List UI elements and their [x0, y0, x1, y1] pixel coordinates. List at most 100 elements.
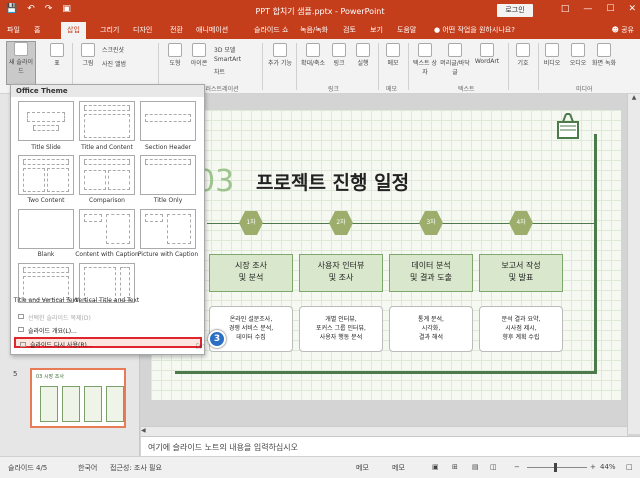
scroll-up-icon[interactable]: ▲: [632, 94, 637, 101]
slide-title[interactable]: 프로젝트 진행 일정: [256, 168, 409, 195]
link-button[interactable]: 링크: [328, 43, 350, 67]
comment-button[interactable]: 메모: [382, 43, 404, 67]
ribbon-separator: [408, 43, 409, 90]
comments-toggle[interactable]: 메모: [392, 463, 405, 473]
phase-detail-box[interactable]: 분석 결과 요약, 시사점 제시, 향후 계획 수립: [479, 306, 563, 352]
tab-transitions[interactable]: 전환: [170, 25, 183, 35]
table-button[interactable]: 표: [44, 43, 70, 67]
zoom-slider-thumb[interactable]: [554, 463, 557, 472]
scroll-left-icon[interactable]: ◀: [141, 427, 146, 434]
vertical-scrollbar[interactable]: ▲: [627, 94, 640, 434]
tab-home[interactable]: 홈: [34, 25, 40, 35]
share-label: 공유: [621, 26, 634, 34]
binder-clip-icon: [557, 113, 579, 139]
tab-view[interactable]: 보기: [370, 25, 383, 35]
wordart-button[interactable]: WordArt: [472, 43, 502, 65]
zoom-slider[interactable]: [527, 467, 587, 468]
tab-file[interactable]: 파일: [7, 25, 20, 35]
accessibility-status[interactable]: 접근성: 조사 필요: [110, 463, 162, 473]
tab-help[interactable]: 도움말: [397, 25, 416, 35]
audio-button[interactable]: 오디오: [566, 43, 590, 67]
video-button[interactable]: 비디오: [540, 43, 564, 67]
header-footer-button[interactable]: 머리글/바닥글: [440, 43, 470, 76]
icons-button[interactable]: 아이콘: [188, 43, 210, 67]
new-slide-icon: [14, 42, 28, 56]
zoom-in-icon[interactable]: +: [590, 463, 596, 471]
phase-step-box[interactable]: 데이터 분석 및 결과 도출: [389, 254, 473, 292]
duplicate-slides-item[interactable]: 선택한 슬라이드 복제(D): [14, 311, 202, 322]
horizontal-scrollbar[interactable]: ◀: [141, 426, 627, 436]
slide-thumbnail-5[interactable]: 03 시장 조사: [30, 368, 126, 428]
tab-slideshow[interactable]: 슬라이드 쇼: [254, 25, 288, 35]
phase-detail-box[interactable]: 개별 인터뷰, 포커스 그룹 인터뷰, 사용자 행동 분석: [299, 306, 383, 352]
new-slide-button[interactable]: 새 슬라이드: [6, 41, 36, 85]
screenshot-button[interactable]: 스크린샷: [102, 45, 124, 54]
zoom-out-icon[interactable]: −: [514, 463, 520, 471]
shapes-icon: [168, 43, 182, 57]
tell-me-search[interactable]: ● 어떤 작업을 원하시나요?: [434, 25, 515, 35]
tab-design[interactable]: 디자인: [133, 25, 152, 35]
duplicate-icon: [18, 314, 24, 319]
layout-blank[interactable]: [18, 209, 74, 249]
step-line: 및 결과 도출: [410, 273, 452, 282]
slide-canvas[interactable]: 03 프로젝트 진행 일정 1차 2차 3차 4차 시장 조사 및 분석 사용자 …: [151, 110, 621, 400]
zoom-button[interactable]: 확대/축소: [300, 43, 326, 67]
slide-counter: 슬라이드 4/5: [8, 464, 48, 472]
slides-from-outline-item[interactable]: 슬라이드 개요(L)...: [14, 324, 202, 335]
3d-models-button[interactable]: 3D 모델: [214, 45, 235, 54]
tab-review[interactable]: 검토: [343, 25, 356, 35]
screen-recording-button[interactable]: 화면 녹화: [592, 43, 616, 67]
layout-two-content[interactable]: [18, 155, 74, 195]
reading-view-icon[interactable]: ▤: [472, 463, 479, 471]
fit-slide-icon[interactable]: □: [626, 463, 633, 471]
tab-insert[interactable]: 삽입: [61, 22, 86, 39]
textbox-icon: [418, 43, 432, 57]
phase-step-box[interactable]: 시장 조사 및 분석: [209, 254, 293, 292]
slideshow-icon[interactable]: ◫: [490, 463, 497, 471]
thumbnail-number: 5: [13, 370, 18, 378]
zoom-level[interactable]: 44%: [600, 463, 616, 471]
layout-placeholder: [84, 159, 130, 165]
layout-placeholder: [145, 214, 163, 222]
layout-title-slide[interactable]: [18, 101, 74, 141]
notes-toggle[interactable]: 메모: [356, 463, 369, 473]
action-button[interactable]: 실행: [352, 43, 374, 67]
zoom-icon: [306, 43, 320, 57]
images-button[interactable]: 그림: [76, 43, 100, 67]
layout-section-header[interactable]: [140, 101, 196, 141]
tab-animations[interactable]: 애니메이션: [196, 25, 228, 35]
restore-ribbon-icon[interactable]: □: [561, 4, 570, 14]
smartart-button[interactable]: SmartArt: [214, 56, 241, 63]
textbox-button[interactable]: 텍스트 상자: [412, 43, 438, 76]
tab-draw[interactable]: 그리기: [100, 25, 119, 35]
layout-title-and-content[interactable]: [79, 101, 135, 141]
layout-picture-with-caption[interactable]: [140, 209, 196, 249]
tab-record[interactable]: 녹음/녹화: [300, 25, 328, 35]
login-button[interactable]: 로그인: [497, 4, 533, 17]
shapes-button[interactable]: 도형: [164, 43, 186, 67]
duplicate-label: 선택한 슬라이드 복제(D): [28, 315, 91, 322]
close-icon[interactable]: ✕: [628, 4, 636, 14]
layout-content-with-caption[interactable]: [79, 209, 135, 249]
chart-button[interactable]: 차트: [214, 67, 225, 76]
omega-icon: [516, 43, 530, 57]
mouse-pointer-icon: ☞: [195, 340, 205, 353]
phase-step-box[interactable]: 사용자 인터뷰 및 조사: [299, 254, 383, 292]
symbols-button[interactable]: 기호: [512, 43, 534, 67]
layout-comparison[interactable]: [79, 155, 135, 195]
slide-sorter-icon[interactable]: ⊞: [452, 463, 458, 471]
phase-detail-box[interactable]: 통계 분석, 시각화, 결과 해석: [389, 306, 473, 352]
maximize-icon[interactable]: ☐: [606, 4, 614, 14]
normal-view-icon[interactable]: ▣: [432, 463, 439, 471]
phase-step-box[interactable]: 보고서 작성 및 발표: [479, 254, 563, 292]
layout-title-only[interactable]: [140, 155, 196, 195]
share-button[interactable]: ☻ 공유: [612, 25, 634, 35]
reuse-slides-item[interactable]: 슬라이드 다시 사용(R)...: [14, 337, 202, 349]
tell-me-label: 어떤 작업을 원하시나요?: [442, 26, 515, 34]
header-footer-icon: [448, 43, 462, 57]
notes-pane[interactable]: 여기에 슬라이드 노트의 내용을 입력하십시오: [141, 436, 640, 456]
minimize-icon[interactable]: —: [583, 4, 592, 14]
photo-album-button[interactable]: 사진 앨범: [102, 59, 126, 68]
addins-button[interactable]: 추가 기능: [268, 43, 292, 67]
language-indicator[interactable]: 한국어: [78, 463, 97, 473]
